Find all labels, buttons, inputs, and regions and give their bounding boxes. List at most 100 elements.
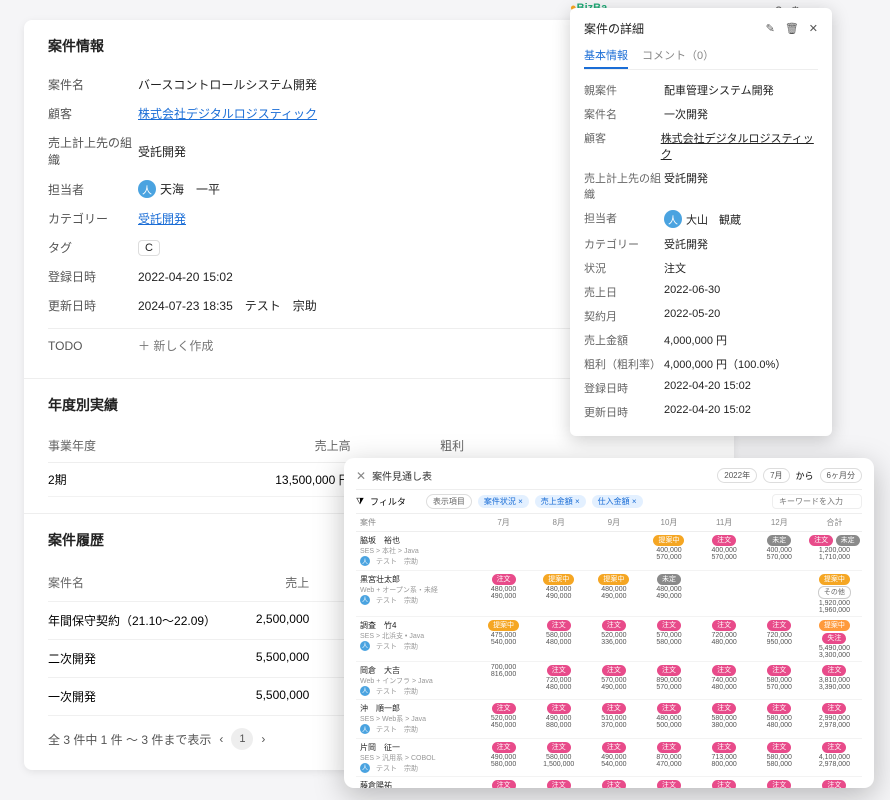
hist-col-sales: 売上	[222, 574, 309, 591]
forecast-cell[interactable]: 提案中400,000570,000	[641, 532, 696, 571]
page-1-button[interactable]: 1	[231, 728, 253, 750]
forecast-cell[interactable]: 注文580,000570,000	[752, 662, 807, 701]
forecast-col-header: 7月	[476, 514, 531, 532]
next-page-button[interactable]: ›	[261, 732, 265, 746]
forecast-row-label[interactable]: 沖 順一郎SES > Web系 > Java人 テスト 宗助	[356, 700, 476, 739]
forecast-cell[interactable]: 注文580,000380,000	[697, 700, 752, 739]
forecast-cell[interactable]	[697, 571, 752, 617]
forecast-cell[interactable]: 注文713,000800,000	[697, 739, 752, 778]
prev-page-button[interactable]: ‹	[219, 732, 223, 746]
forecast-cell[interactable]: 未定400,000570,000	[752, 532, 807, 571]
avatar-icon: 人	[664, 210, 682, 228]
forecast-cell[interactable]	[752, 571, 807, 617]
avatar-icon: 人	[138, 180, 156, 198]
filter-chip-sales[interactable]: 売上金額 ×	[535, 495, 586, 508]
delete-icon[interactable]: 🗑	[785, 22, 799, 35]
forecast-cell[interactable]: 注文510,000370,000	[586, 700, 641, 739]
forecast-cell[interactable]: 注文400,000570,000	[697, 532, 752, 571]
forecast-cell[interactable]: 注文570,000490,000	[586, 662, 641, 701]
forecast-cell[interactable]: 注文1,300,000990,000	[531, 777, 586, 788]
forecast-cell[interactable]: 注文4,100,0002,978,000	[807, 739, 862, 778]
category-link[interactable]: 受託開発	[138, 210, 186, 227]
forecast-cell[interactable]: 未定480,000490,000	[641, 571, 696, 617]
forecast-row-label[interactable]: 片岡 征一SES > 汎用系 > COBOL人 テスト 宗助	[356, 739, 476, 778]
forecast-col-header: 12月	[752, 514, 807, 532]
value-org: 受託開発	[138, 143, 186, 160]
pagination-summary: 全 3 件中 1 件 ～ 3 件まで表示	[48, 731, 211, 748]
forecast-cell[interactable]: 提案中 失注5,490,0003,300,000	[807, 617, 862, 662]
value-updated: 2024-07-23 18:35 テスト 宗助	[138, 297, 317, 314]
edit-icon[interactable]: ✎	[766, 22, 775, 35]
forecast-cell[interactable]: 注文720,000950,000	[752, 617, 807, 662]
forecast-cell[interactable]: 提案中 その他1,920,0001,960,000	[807, 571, 862, 617]
forecast-title: 案件見通し表	[372, 468, 432, 483]
search-input[interactable]	[772, 494, 862, 509]
forecast-row-label[interactable]: 黒宮壮太郎Web + オープン系・未経人 テスト 宗助	[356, 571, 476, 617]
col-sales: 売上高	[237, 437, 350, 454]
forecast-cell[interactable]: 注文2,990,0002,978,000	[807, 700, 862, 739]
col-gross: 粗利	[351, 437, 464, 454]
forecast-cell[interactable]: 注文570,000580,000	[641, 617, 696, 662]
forecast-cell[interactable]: 注文490,000540,000	[586, 739, 641, 778]
filter-chip-cost[interactable]: 仕入金額 ×	[592, 495, 643, 508]
customer-link[interactable]: 株式会社デジタルロジスティック	[138, 105, 317, 122]
forecast-cell[interactable]: 注文1,300,000990,000	[697, 777, 752, 788]
forecast-cell[interactable]: 注文 未定1,200,0001,710,000	[807, 532, 862, 571]
label-category: カテゴリー	[48, 210, 138, 227]
value-pic: 人天海 一平	[138, 180, 220, 198]
forecast-cell[interactable]: 提案中480,000490,000	[586, 571, 641, 617]
forecast-cell[interactable]: 注文1,500,000990,000	[586, 777, 641, 788]
forecast-cell[interactable]: 注文720,000480,000	[697, 617, 752, 662]
tab-comments[interactable]: コメント（0）	[642, 43, 714, 69]
forecast-close-icon[interactable]: ✕	[356, 469, 366, 483]
forecast-cell[interactable]: 注文720,000480,000	[531, 662, 586, 701]
todo-new-button[interactable]: ＋ 新しく作成	[138, 337, 213, 354]
tab-basic-info[interactable]: 基本情報	[584, 43, 628, 69]
display-chip[interactable]: 表示項目	[426, 494, 472, 509]
forecast-col-header: 8月	[531, 514, 586, 532]
forecast-cell[interactable]: 注文580,000480,000	[531, 617, 586, 662]
forecast-cell[interactable]: 注文490,000880,000	[531, 700, 586, 739]
forecast-cell[interactable]: 注文580,000580,000	[752, 739, 807, 778]
forecast-cell[interactable]	[531, 532, 586, 571]
forecast-cell[interactable]: 提案中475,000540,000	[476, 617, 531, 662]
forecast-cell[interactable]: 注文870,000470,000	[641, 739, 696, 778]
tag-badge[interactable]: C	[138, 240, 160, 256]
forecast-cell[interactable]: 注文8,200,0005,940,000	[807, 777, 862, 788]
forecast-row-label[interactable]: 藤倉陽祐SES > オープン系 > Java人 テスト 宗助	[356, 777, 476, 788]
forecast-cell[interactable]: 提案中480,000490,000	[531, 571, 586, 617]
forecast-cell[interactable]: 注文520,000336,000	[586, 617, 641, 662]
forecast-row-label[interactable]: 脇坂 裕也SES > 本社 > Java人 テスト 宗助	[356, 532, 476, 571]
label-org: 売上計上先の組織	[48, 134, 138, 168]
filter-label: フィルタ	[370, 495, 406, 508]
forecast-cell[interactable]: 注文3,810,0003,390,000	[807, 662, 862, 701]
forecast-col-header: 10月	[641, 514, 696, 532]
filter-chip-status[interactable]: 案件状況 ×	[478, 495, 529, 508]
year-select[interactable]: 2022年	[717, 468, 757, 483]
forecast-row-label[interactable]: 岡倉 大吉Web + インフラ > Java人 テスト 宗助	[356, 662, 476, 701]
forecast-cell[interactable]: 注文580,0001,500,000	[531, 739, 586, 778]
value-name: バースコントロールシステム開発	[138, 76, 317, 93]
forecast-cell[interactable]: 注文490,000580,000	[476, 739, 531, 778]
span-select[interactable]: 6ヶ月分	[820, 468, 862, 483]
forecast-cell[interactable]	[586, 532, 641, 571]
forecast-cell[interactable]: 700,000816,000	[476, 662, 531, 701]
forecast-cell[interactable]: 注文1,500,000990,000	[641, 777, 696, 788]
month-select[interactable]: 7月	[763, 468, 789, 483]
forecast-cell[interactable]: 注文580,000480,000	[752, 700, 807, 739]
forecast-cell[interactable]: 注文520,000450,000	[476, 700, 531, 739]
forecast-cell[interactable]: 注文480,000500,000	[641, 700, 696, 739]
forecast-cell[interactable]	[476, 532, 531, 571]
forecast-cell[interactable]: 注文1,300,000990,000	[752, 777, 807, 788]
forecast-cell[interactable]: 注文480,000490,000	[476, 571, 531, 617]
forecast-col-header: 11月	[697, 514, 752, 532]
detail-customer-link[interactable]: 株式会社デジタルロジスティック	[661, 130, 818, 162]
forecast-row-label[interactable]: 調査 竹4SES > 北浜支 • Java人 テスト 宗助	[356, 617, 476, 662]
filter-icon[interactable]: ⧩	[356, 496, 364, 507]
forecast-cell[interactable]: 注文740,000480,000	[697, 662, 752, 701]
detail-panel: 案件の詳細 ✎ 🗑 ✕ 基本情報 コメント（0） 親案件配車管理システム開発 案…	[570, 8, 832, 436]
close-icon[interactable]: ✕	[809, 22, 818, 35]
forecast-cell[interactable]: 注文890,000570,000	[641, 662, 696, 701]
forecast-col-header: 案件	[356, 514, 476, 532]
forecast-cell[interactable]: 注文1,300,000990,000	[476, 777, 531, 788]
